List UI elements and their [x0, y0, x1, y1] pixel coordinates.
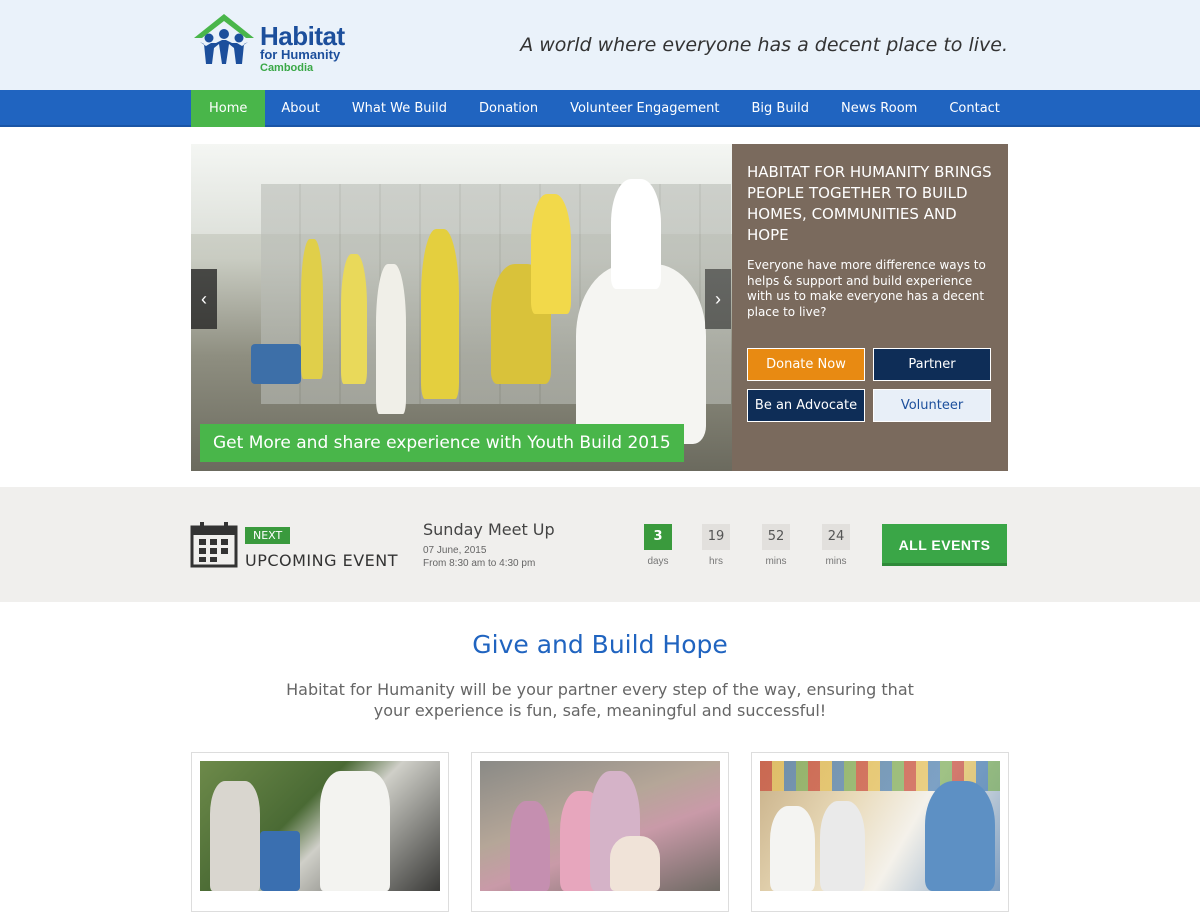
nav-item-what-we-build[interactable]: What We Build: [336, 90, 463, 127]
donate-now-button[interactable]: Donate Now: [747, 348, 865, 381]
main-nav: Home About What We Build Donation Volunteer …: [0, 90, 1200, 127]
logo-title: Habitat: [260, 21, 345, 51]
card-image: [480, 761, 720, 891]
nav-item-home[interactable]: Home: [191, 90, 266, 127]
logo-country: Cambodia: [260, 62, 314, 74]
hero-text: Everyone have more difference ways to he…: [747, 258, 986, 319]
event-date: 07 June, 2015: [423, 545, 487, 556]
card-image: [760, 761, 1000, 891]
next-badge: NEXT: [245, 527, 291, 544]
countdown-minutes: 52 mins: [756, 524, 796, 567]
nav-item-about[interactable]: About: [265, 90, 335, 127]
habitat-house-icon: [194, 14, 254, 64]
hero-heading: HABITAT FOR HUMANITY BRINGS PEOPLE TOGET…: [747, 163, 992, 244]
upcoming-events-strip: NEXT UPCOMING EVENT Sunday Meet Up 07 Ju…: [0, 487, 1200, 602]
feature-card[interactable]: [471, 752, 729, 912]
hero-slider: ‹ › Get More and share experience with Y…: [191, 144, 1008, 471]
nav-item-volunteer-engagement[interactable]: Volunteer Engagement: [554, 90, 735, 127]
countdown-seconds: 24 mins: [816, 524, 856, 567]
feature-card[interactable]: [191, 752, 449, 912]
nav-item-big-build[interactable]: Big Build: [735, 90, 825, 127]
section-title: Give and Build Hope: [472, 630, 728, 659]
event-time: From 8:30 am to 4:30 pm: [423, 558, 536, 569]
hero-photo: ‹ › Get More and share experience with Y…: [191, 144, 732, 471]
section-text: Habitat for Humanity will be your partne…: [286, 680, 914, 720]
calendar-icon: [190, 522, 238, 568]
logo-subtitle: for Humanity: [260, 47, 341, 62]
hero-panel: HABITAT FOR HUMANITY BRINGS PEOPLE TOGET…: [732, 144, 1008, 471]
countdown-hours: 19 hrs: [696, 524, 736, 567]
upcoming-event-label: UPCOMING EVENT: [245, 551, 399, 570]
nav-item-news-room[interactable]: News Room: [825, 90, 933, 127]
nav-item-contact[interactable]: Contact: [933, 90, 1016, 127]
card-image: [200, 761, 440, 891]
site-tagline: A world where everyone has a decent plac…: [520, 34, 1008, 56]
slider-prev-button[interactable]: ‹: [191, 269, 217, 329]
hero-caption[interactable]: Get More and share experience with Youth…: [200, 424, 684, 462]
nav-item-donation[interactable]: Donation: [463, 90, 554, 127]
be-an-advocate-button[interactable]: Be an Advocate: [747, 389, 865, 422]
slider-next-button[interactable]: ›: [705, 269, 731, 329]
all-events-button[interactable]: ALL EVENTS: [882, 524, 1007, 566]
event-title[interactable]: Sunday Meet Up: [423, 520, 555, 539]
feature-card[interactable]: [751, 752, 1009, 912]
site-logo[interactable]: Habitat for Humanity Cambodia: [192, 12, 362, 82]
countdown-days: 3 days: [638, 524, 678, 567]
partner-button[interactable]: Partner: [873, 348, 991, 381]
volunteer-button[interactable]: Volunteer: [873, 389, 991, 422]
site-header: Habitat for Humanity Cambodia A world wh…: [0, 0, 1200, 90]
